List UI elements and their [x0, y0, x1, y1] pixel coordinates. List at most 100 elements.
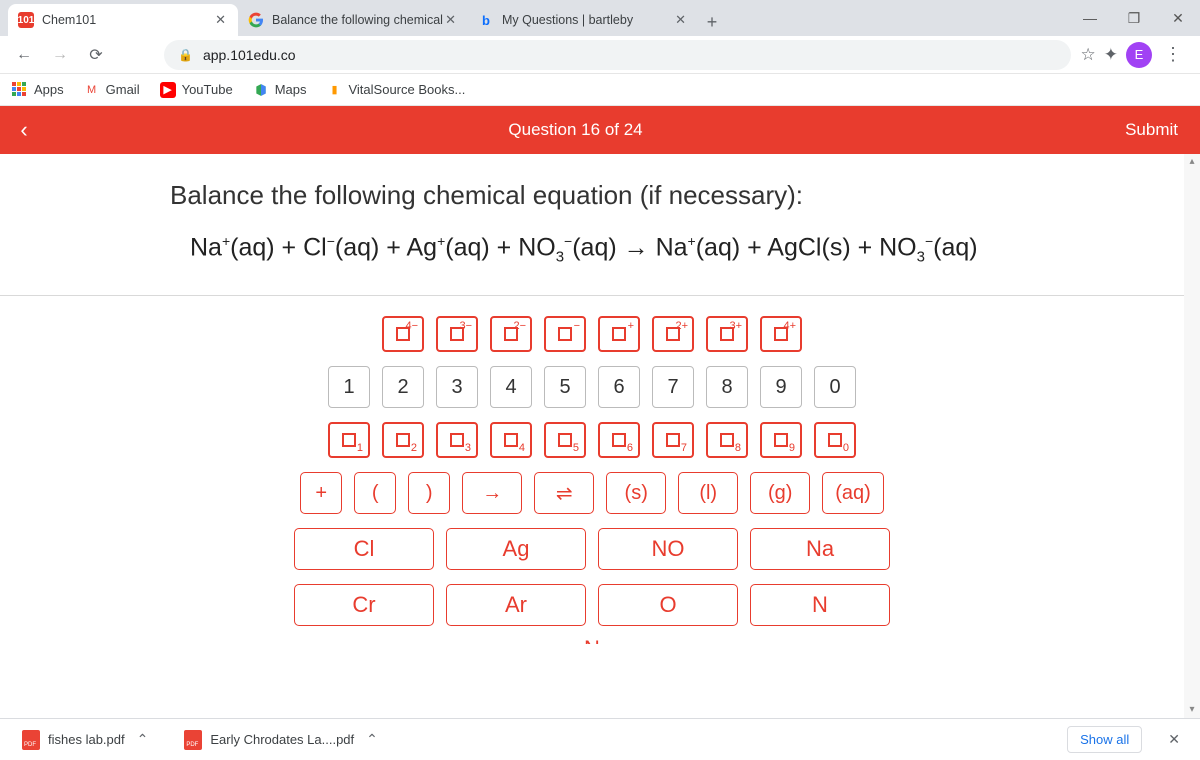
back-chevron-icon[interactable]: ‹ — [0, 117, 48, 143]
subscript-6-button[interactable]: 6 — [598, 422, 640, 458]
question-prompt: Balance the following chemical equation … — [0, 154, 1184, 233]
address-row: ← → ⟳ 🔒 app.101edu.co ☆ ✦ E ⋮ — [0, 36, 1200, 74]
subscript-3-button[interactable]: 3 — [436, 422, 478, 458]
bookmark-apps[interactable]: Apps — [12, 82, 64, 98]
charge-2+-button[interactable]: 2+ — [652, 316, 694, 352]
charge-+-button[interactable]: + — [598, 316, 640, 352]
state-g-button[interactable]: (g) — [750, 472, 810, 514]
rparen-button[interactable]: ) — [408, 472, 450, 514]
number-3-button[interactable]: 3 — [436, 366, 478, 408]
number-1-button[interactable]: 1 — [328, 366, 370, 408]
close-icon[interactable]: ✕ — [213, 10, 228, 30]
charge-3−-button[interactable]: 3− — [436, 316, 478, 352]
arrow-button[interactable]: → — [462, 472, 522, 514]
bookmark-label: Maps — [275, 82, 307, 97]
element-Na-button[interactable]: Na — [750, 528, 890, 570]
charge-−-button[interactable]: − — [544, 316, 586, 352]
number-0-button[interactable]: 0 — [814, 366, 856, 408]
download-item[interactable]: fishes lab.pdf ⌃ — [14, 725, 156, 755]
element-Ar-button[interactable]: Ar — [446, 584, 586, 626]
tab-google[interactable]: Balance the following chemical ✕ — [238, 4, 468, 36]
new-tab-button[interactable]: + — [698, 8, 726, 36]
bookmark-vitalsource[interactable]: ▮ VitalSource Books... — [326, 82, 465, 98]
element-O-button[interactable]: O — [598, 584, 738, 626]
favicon-bartleby-icon: b — [478, 12, 494, 28]
tab-title: My Questions | bartleby — [502, 13, 673, 27]
charge-4−-button[interactable]: 4− — [382, 316, 424, 352]
profile-avatar[interactable]: E — [1126, 42, 1152, 68]
bookmark-label: YouTube — [182, 82, 233, 97]
element-Ag-button[interactable]: Ag — [446, 528, 586, 570]
window-controls: — ❐ ✕ — [1068, 0, 1200, 36]
reversible-arrow-button[interactable]: ⇌ — [534, 472, 594, 514]
bookmark-star-icon[interactable]: ☆ — [1081, 45, 1096, 65]
bookmark-label: Gmail — [106, 82, 140, 97]
element-NO-button[interactable]: NO — [598, 528, 738, 570]
submit-button[interactable]: Submit — [1103, 106, 1200, 154]
subscript-0-button[interactable]: 0 — [814, 422, 856, 458]
number-8-button[interactable]: 8 — [706, 366, 748, 408]
element-Cl-button[interactable]: Cl — [294, 528, 434, 570]
state-s-button[interactable]: (s) — [606, 472, 666, 514]
cutoff-element: N — [584, 636, 600, 644]
minimize-icon[interactable]: — — [1068, 10, 1112, 26]
number-4-button[interactable]: 4 — [490, 366, 532, 408]
reload-icon[interactable]: ⟳ — [80, 39, 112, 71]
chevron-up-icon[interactable]: ⌃ — [366, 731, 378, 748]
download-filename: Early Chrodates La....pdf — [210, 732, 354, 747]
bookmark-maps[interactable]: Maps — [253, 82, 307, 98]
element-N-button[interactable]: N — [750, 584, 890, 626]
state-l-button[interactable]: (l) — [678, 472, 738, 514]
charge-2−-button[interactable]: 2− — [490, 316, 532, 352]
number-2-button[interactable]: 2 — [382, 366, 424, 408]
maximize-icon[interactable]: ❐ — [1112, 10, 1156, 27]
bookmark-label: VitalSource Books... — [348, 82, 465, 97]
chevron-up-icon[interactable]: ⌃ — [137, 731, 149, 748]
plus-button[interactable]: + — [300, 472, 342, 514]
state-aq-button[interactable]: (aq) — [822, 472, 884, 514]
menu-dots-icon[interactable]: ⋮ — [1160, 44, 1186, 65]
charge-4+-button[interactable]: 4+ — [760, 316, 802, 352]
subscript-9-button[interactable]: 9 — [760, 422, 802, 458]
scrollbar[interactable]: ▴ ▾ — [1184, 154, 1200, 718]
tab-title: Chem101 — [42, 13, 213, 27]
number-5-button[interactable]: 5 — [544, 366, 586, 408]
charge-3+-button[interactable]: 3+ — [706, 316, 748, 352]
close-icon[interactable]: ✕ — [1162, 731, 1186, 748]
subscript-1-button[interactable]: 1 — [328, 422, 370, 458]
subscript-7-button[interactable]: 7 — [652, 422, 694, 458]
number-7-button[interactable]: 7 — [652, 366, 694, 408]
bookmark-gmail[interactable]: M Gmail — [84, 82, 140, 98]
lparen-button[interactable]: ( — [354, 472, 396, 514]
favicon-101-icon: 101 — [18, 12, 34, 28]
download-item[interactable]: Early Chrodates La....pdf ⌃ — [176, 725, 386, 755]
browser-tabstrip: 101 Chem101 ✕ Balance the following chem… — [0, 0, 1200, 36]
number-9-button[interactable]: 9 — [760, 366, 802, 408]
subscript-8-button[interactable]: 8 — [706, 422, 748, 458]
number-6-button[interactable]: 6 — [598, 366, 640, 408]
element-Cr-button[interactable]: Cr — [294, 584, 434, 626]
bookmarks-bar: Apps M Gmail ▶ YouTube Maps ▮ VitalSourc… — [0, 74, 1200, 106]
subscript-5-button[interactable]: 5 — [544, 422, 586, 458]
tab-bartleby[interactable]: b My Questions | bartleby ✕ — [468, 4, 698, 36]
pdf-icon — [22, 730, 40, 750]
extensions-icon[interactable]: ✦ — [1104, 45, 1118, 65]
gmail-icon: M — [84, 82, 100, 98]
subscript-4-button[interactable]: 4 — [490, 422, 532, 458]
back-icon[interactable]: ← — [8, 39, 40, 71]
close-icon[interactable]: ✕ — [673, 10, 688, 30]
subscript-2-button[interactable]: 2 — [382, 422, 424, 458]
bookmark-youtube[interactable]: ▶ YouTube — [160, 82, 233, 98]
youtube-icon: ▶ — [160, 82, 176, 98]
close-icon[interactable]: ✕ — [443, 10, 458, 30]
forward-icon[interactable]: → — [44, 39, 76, 71]
show-all-button[interactable]: Show all — [1067, 726, 1142, 753]
scroll-up-icon[interactable]: ▴ — [1184, 154, 1200, 170]
tab-title: Balance the following chemical — [272, 13, 443, 27]
download-filename: fishes lab.pdf — [48, 732, 125, 747]
close-window-icon[interactable]: ✕ — [1156, 10, 1200, 27]
scroll-down-icon[interactable]: ▾ — [1184, 702, 1200, 718]
tab-chem101[interactable]: 101 Chem101 ✕ — [8, 4, 238, 36]
address-bar[interactable]: 🔒 app.101edu.co — [164, 40, 1071, 70]
content-area: Balance the following chemical equation … — [0, 154, 1184, 718]
